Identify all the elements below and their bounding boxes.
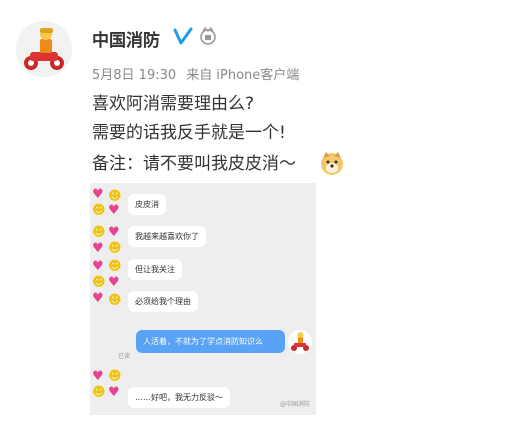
username[interactable]: 中国消防 bbox=[92, 26, 160, 51]
read-label: 已读 bbox=[118, 353, 131, 360]
rank-badge-icon[interactable] bbox=[199, 27, 217, 45]
avatar[interactable] bbox=[16, 21, 72, 77]
post-line-3: 备注：请不要叫我皮皮消～ bbox=[92, 154, 296, 174]
post-meta: 5月8日 19:30 来自 iPhone客户端 bbox=[92, 64, 305, 83]
chat-bubble: ……好吧，我无力反驳～ bbox=[128, 387, 230, 408]
heart-icon: ♥ bbox=[92, 291, 104, 306]
chat-bubble: 但让我关注 bbox=[128, 259, 182, 280]
heart-icon: ♥ bbox=[92, 259, 104, 274]
post-line-1: 喜欢阿消需要理由么? bbox=[92, 94, 255, 114]
heart-icon: ♥ bbox=[92, 241, 104, 256]
smile-icon: ☻ bbox=[92, 275, 106, 290]
watermark: @中国消防 bbox=[280, 401, 311, 408]
smile-icon: ☻ bbox=[108, 293, 122, 308]
verified-icon bbox=[173, 27, 193, 45]
chat-bubble: 我越来越喜欢你了 bbox=[128, 226, 206, 247]
smile-icon: ☻ bbox=[108, 259, 122, 274]
doge-icon bbox=[321, 152, 343, 175]
post-source: 来自 iPhone客户端 bbox=[186, 68, 300, 83]
chat-bubble: 皮皮消 bbox=[128, 194, 166, 215]
heart-icon: ♥ bbox=[108, 203, 120, 218]
firefighter-scooter-icon bbox=[16, 21, 72, 77]
chat-bubble: 必须给我个理由 bbox=[128, 291, 198, 312]
heart-icon: ♥ bbox=[108, 225, 120, 240]
smile-icon: ☻ bbox=[108, 369, 122, 384]
smile-icon: ☻ bbox=[92, 385, 106, 400]
chat-bubble-self: 人活着，不就为了学点消防知识么 bbox=[136, 330, 285, 353]
heart-icon: ♥ bbox=[92, 187, 104, 202]
heart-icon: ♥ bbox=[108, 275, 120, 290]
post-date[interactable]: 5月8日 19:30 bbox=[92, 68, 176, 83]
avatar bbox=[288, 330, 312, 354]
heart-icon: ♥ bbox=[108, 385, 120, 400]
smile-icon: ☻ bbox=[92, 225, 106, 240]
heart-icon: ♥ bbox=[92, 369, 104, 384]
chat-screenshot[interactable]: ♥ ☻ ☻ ♥ ☻ ♥ ♥ ☻ ♥ ☻ ☻ ♥ ♥ ☻ ♥ ☻ ☻ ♥ 皮皮消 … bbox=[90, 183, 316, 415]
smile-icon: ☻ bbox=[108, 241, 122, 256]
smile-icon: ☻ bbox=[92, 203, 106, 218]
firefighter-scooter-icon bbox=[291, 332, 309, 351]
smile-icon: ☻ bbox=[108, 189, 122, 204]
post-line-2: 需要的话我反手就是一个! bbox=[92, 123, 286, 143]
